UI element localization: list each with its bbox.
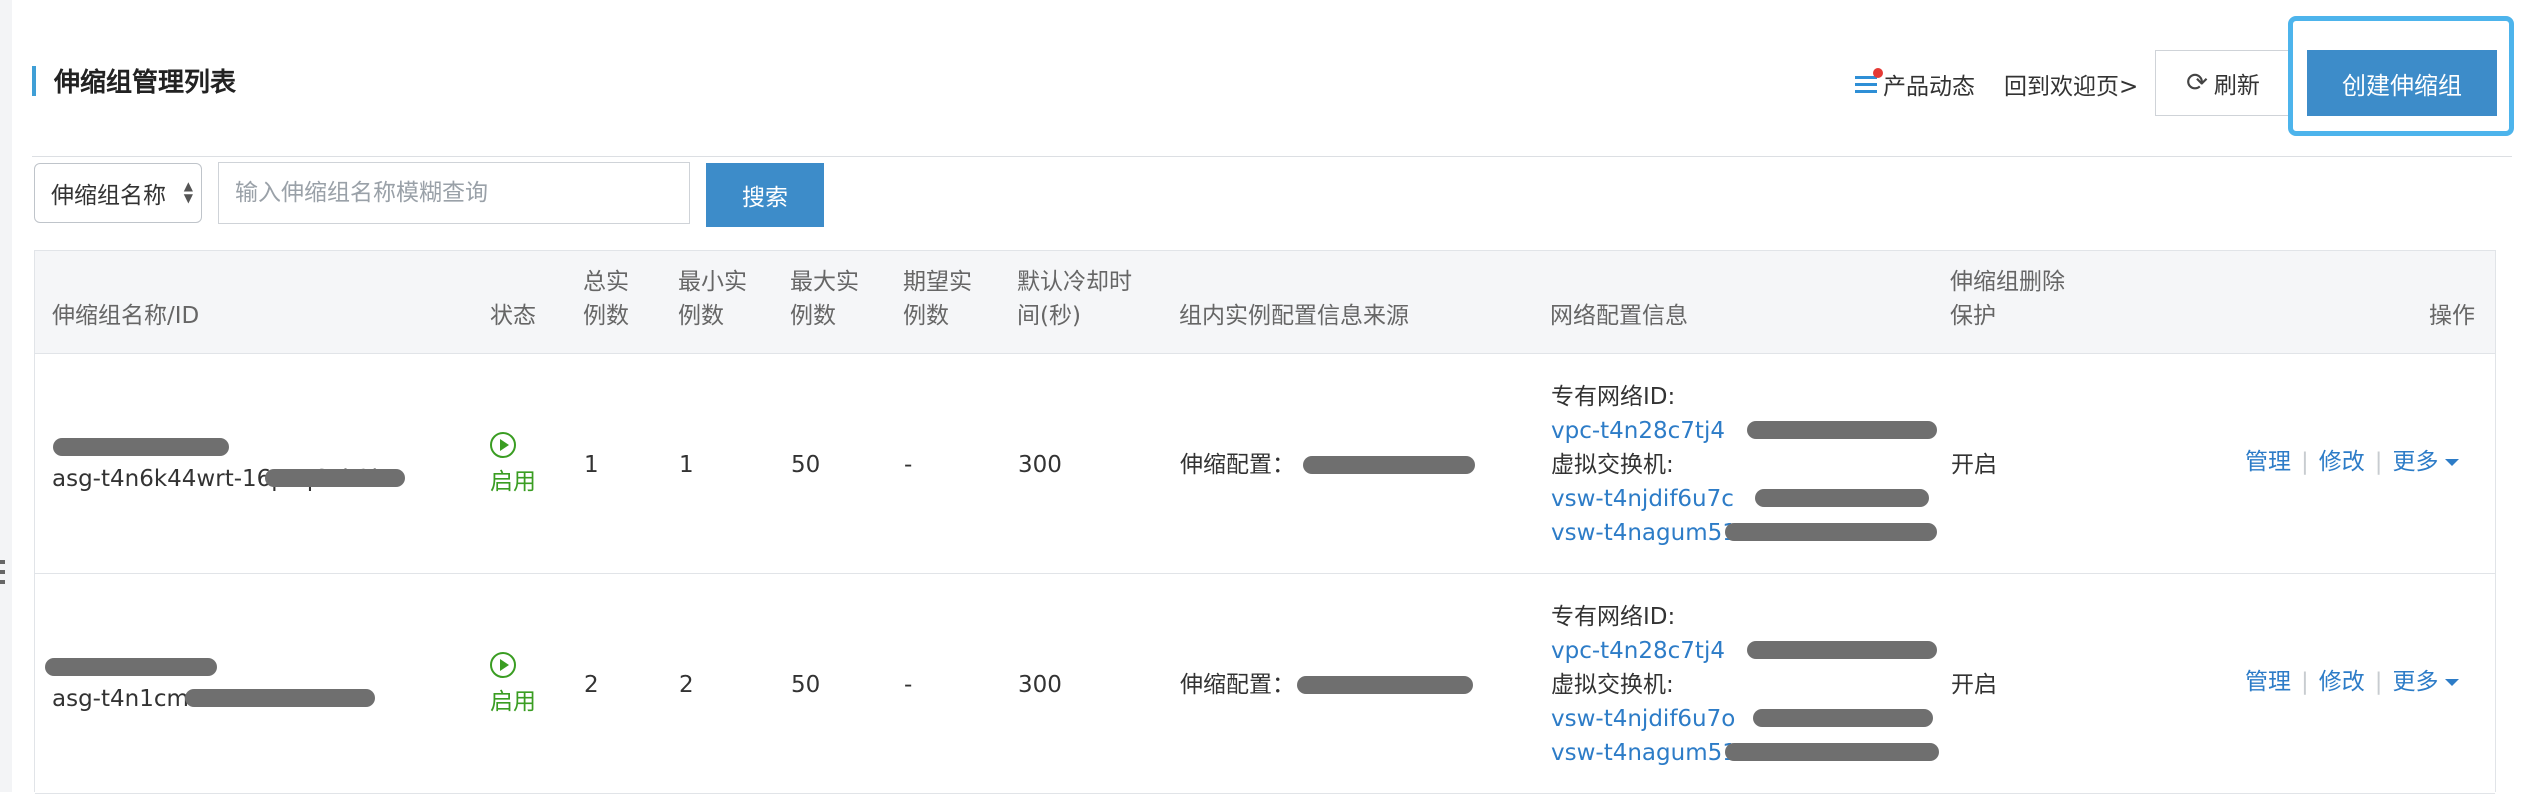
action-separator: |: [2301, 449, 2309, 475]
col-total-line1: 总实: [583, 269, 629, 295]
action-separator: |: [2301, 669, 2309, 695]
vswitch-link[interactable]: vsw-t4nagum51: [1551, 516, 1737, 550]
max-instances: 50: [791, 672, 821, 698]
col-expected-line2: 例数: [903, 303, 949, 329]
min-instances: 2: [679, 672, 694, 698]
refresh-icon: ⟳: [2186, 68, 2208, 98]
modify-link[interactable]: 修改: [2319, 449, 2365, 475]
redacted-vswitch: [1725, 743, 1939, 761]
action-separator: |: [2374, 669, 2383, 695]
caret-down-icon: [2444, 679, 2459, 686]
group-id: asg-t4n1cm: [52, 686, 189, 712]
config-label: 伸缩配置：: [1180, 672, 1295, 698]
col-expected-line1: 期望实: [903, 269, 972, 295]
more-label: 更多: [2392, 449, 2439, 475]
product-news-label: 产品动态: [1883, 74, 1975, 100]
col-network: 网络配置信息: [1550, 303, 1688, 329]
vpc-label: 专有网络ID:: [1551, 384, 1676, 410]
col-config-source: 组内实例配置信息来源: [1179, 303, 1409, 329]
status-label: 启用: [490, 469, 536, 495]
redacted-vswitch: [1753, 709, 1933, 727]
col-cooldown-line2: 间(秒): [1017, 303, 1081, 329]
delete-protection: 开启: [1951, 672, 1997, 698]
title-accent-bar: [32, 66, 36, 96]
col-max-line2: 例数: [790, 303, 836, 329]
max-instances: 50: [791, 452, 821, 478]
redacted-config: [1297, 676, 1473, 694]
table-row: asg-t4n6k44wrt-16pcq64b2b 启用 1 1 50 - 30…: [35, 353, 2495, 574]
status-label: 启用: [490, 689, 536, 715]
cooldown: 300: [1018, 452, 1062, 478]
vswitch-link[interactable]: vsw-t4njdif6u7c: [1551, 482, 1734, 516]
page-title: 伸缩组管理列表: [54, 68, 237, 98]
col-status: 状态: [490, 303, 536, 329]
col-max-line1: 最大实: [790, 269, 859, 295]
col-cooldown-line1: 默认冷却时: [1017, 269, 1132, 295]
col-min-line2: 例数: [678, 303, 724, 329]
play-icon: [490, 652, 516, 678]
redacted-name: [45, 658, 217, 676]
redacted-vpc: [1747, 641, 1937, 659]
table-row: asg-t4n1cm 启用 2 2 50 - 300 伸缩配置： 专有网络ID:…: [35, 573, 2495, 794]
search-button[interactable]: 搜索: [706, 163, 824, 227]
col-protect-line1: 伸缩组删除: [1950, 269, 2065, 295]
list-icon: [1855, 68, 1883, 96]
left-sidebar-edge: [0, 0, 12, 792]
more-label: 更多: [2392, 669, 2439, 695]
col-protect-line2: 保护: [1950, 303, 1996, 329]
redacted-id: [185, 689, 375, 707]
expected-instances: -: [904, 452, 913, 478]
back-to-welcome-link[interactable]: 回到欢迎页>: [2004, 58, 2138, 110]
vswitch-label: 虚拟交换机:: [1551, 452, 1674, 478]
table-header: 伸缩组名称/ID 状态 总实 例数 最小实 例数 最大实 例数 期望实 例数 默…: [35, 251, 2495, 354]
expected-instances: -: [904, 672, 913, 698]
vswitch-label: 虚拟交换机:: [1551, 672, 1674, 698]
min-instances: 1: [679, 452, 694, 478]
modify-link[interactable]: 修改: [2319, 669, 2365, 695]
search-input[interactable]: [218, 162, 690, 224]
redacted-vpc: [1747, 421, 1937, 439]
redacted-id: [265, 469, 405, 487]
cooldown: 300: [1018, 672, 1062, 698]
product-news-link[interactable]: 产品动态: [1855, 58, 1975, 110]
total-instances: 2: [584, 672, 599, 698]
vpc-link[interactable]: vpc-t4n28c7tj4: [1551, 414, 1725, 448]
redacted-config: [1303, 456, 1475, 474]
refresh-button[interactable]: ⟳ 刷新: [2155, 50, 2291, 116]
redacted-name: [53, 438, 229, 456]
vswitch-link[interactable]: vsw-t4njdif6u7o: [1551, 702, 1735, 736]
col-actions: 操作: [2429, 303, 2475, 329]
col-total-line2: 例数: [583, 303, 629, 329]
play-icon: [490, 432, 516, 458]
sort-arrows-icon: ▲ ▼: [183, 179, 193, 205]
notification-dot: [1873, 68, 1883, 78]
col-name-id: 伸缩组名称/ID: [52, 303, 200, 329]
scaling-group-table: 伸缩组名称/ID 状态 总实 例数 最小实 例数 最大实 例数 期望实 例数 默…: [34, 250, 2496, 794]
manage-link[interactable]: 管理: [2245, 669, 2291, 695]
create-scaling-group-button[interactable]: 创建伸缩组: [2307, 50, 2497, 116]
row-actions: 管理 | 修改 | 更多: [2245, 445, 2459, 479]
manage-link[interactable]: 管理: [2245, 449, 2291, 475]
vswitch-link[interactable]: vsw-t4nagum51: [1551, 736, 1737, 770]
config-label: 伸缩配置：: [1180, 452, 1295, 478]
header-divider: [32, 156, 2512, 157]
caret-down-icon: [2444, 459, 2459, 466]
redacted-vswitch: [1755, 489, 1929, 507]
more-dropdown[interactable]: 更多: [2393, 669, 2459, 695]
redacted-vswitch: [1725, 523, 1937, 541]
refresh-label: 刷新: [2213, 73, 2260, 99]
more-dropdown[interactable]: 更多: [2393, 449, 2459, 475]
col-min-line1: 最小实: [678, 269, 747, 295]
search-field-select[interactable]: 伸缩组名称 ▲ ▼: [34, 163, 202, 223]
vpc-label: 专有网络ID:: [1551, 604, 1676, 630]
sidebar-toggle-handle[interactable]: [0, 560, 5, 590]
select-value: 伸缩组名称: [51, 183, 166, 209]
delete-protection: 开启: [1951, 452, 1997, 478]
total-instances: 1: [584, 452, 599, 478]
action-separator: |: [2374, 449, 2383, 475]
vpc-link[interactable]: vpc-t4n28c7tj4: [1551, 634, 1725, 668]
row-actions: 管理 | 修改 | 更多: [2245, 665, 2459, 699]
